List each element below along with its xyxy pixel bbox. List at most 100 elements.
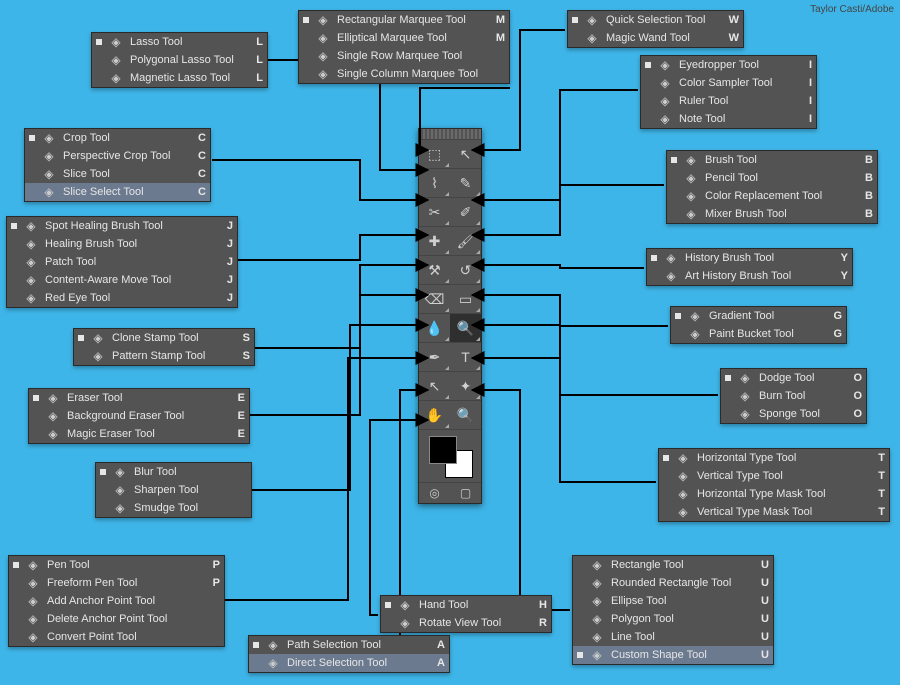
toolslot-lasso[interactable]: ⌇ xyxy=(419,168,450,197)
tool-row-marquee-3[interactable]: ◈Single Column Marquee Tool xyxy=(299,65,509,83)
tool-row-hand-0[interactable]: ◈Hand ToolH xyxy=(381,596,551,614)
tool-row-stamp-0[interactable]: ◈Clone Stamp ToolS xyxy=(74,329,254,347)
tool-row-healing-0[interactable]: ◈Spot Healing Brush ToolJ xyxy=(7,217,237,235)
tool-row-hand-1[interactable]: ◈Rotate View ToolR xyxy=(381,614,551,632)
toolslot-shape[interactable]: ✦ xyxy=(450,371,481,400)
toolslot-eraser[interactable]: ⌫ xyxy=(419,284,450,313)
tool-row-marquee-1[interactable]: ◈Elliptical Marquee ToolM xyxy=(299,29,509,47)
tool-row-crop-2[interactable]: ◈Slice ToolC xyxy=(25,165,210,183)
tool-row-eyedropper-0[interactable]: ◈Eyedropper ToolI xyxy=(641,56,816,74)
shortcut-key: W xyxy=(723,14,739,26)
tool-row-lasso-2[interactable]: ◈Magnetic Lasso ToolL xyxy=(92,69,267,87)
tool-row-shape-4[interactable]: ◈Line ToolU xyxy=(573,628,773,646)
tool-row-gradient-1[interactable]: ◈Paint Bucket ToolG xyxy=(671,325,846,343)
tool-row-eyedropper-1[interactable]: ◈Color Sampler ToolI xyxy=(641,74,816,92)
toolslot-type[interactable]: T xyxy=(450,342,481,371)
tool-row-type-0[interactable]: ◈Horizontal Type ToolT xyxy=(659,449,889,467)
tool-row-dodge-1[interactable]: ◈Burn ToolO xyxy=(721,387,866,405)
toolslot-blur[interactable]: 💧 xyxy=(419,313,450,342)
toolslot-marquee[interactable]: ⬚ xyxy=(419,139,450,168)
tool-row-gradient-0[interactable]: ◈Gradient ToolG xyxy=(671,307,846,325)
tool-row-pen-0[interactable]: ◈Pen ToolP xyxy=(9,556,224,574)
tool-row-pen-2[interactable]: ◈Add Anchor Point Tool xyxy=(9,592,224,610)
flyout-indicator xyxy=(476,250,480,254)
tool-row-brush-2[interactable]: ◈Color Replacement ToolB xyxy=(667,187,877,205)
tool-row-history-0[interactable]: ◈History Brush ToolY xyxy=(647,249,852,267)
tool-row-lasso-1[interactable]: ◈Polygonal Lasso ToolL xyxy=(92,51,267,69)
tool-row-brush-0[interactable]: ◈Brush ToolB xyxy=(667,151,877,169)
tool-label: Eraser Tool xyxy=(67,392,229,404)
toolslot-eyedropper[interactable]: ✐ xyxy=(450,197,481,226)
active-dot xyxy=(577,652,583,658)
tool-row-lasso-0[interactable]: ◈Lasso ToolL xyxy=(92,33,267,51)
tool-row-healing-2[interactable]: ◈Patch ToolJ xyxy=(7,253,237,271)
tool-row-path-1[interactable]: ◈Direct Selection ToolA xyxy=(249,654,449,672)
toolslot-gradient[interactable]: ▭ xyxy=(450,284,481,313)
tool-row-eraser-0[interactable]: ◈Eraser ToolE xyxy=(29,389,249,407)
tool-row-pen-1[interactable]: ◈Freeform Pen ToolP xyxy=(9,574,224,592)
toolslot-pen[interactable]: ✒ xyxy=(419,342,450,371)
active-dot xyxy=(13,562,19,568)
tool-row-dodge-0[interactable]: ◈Dodge ToolO xyxy=(721,369,866,387)
toolslot-path[interactable]: ↖ xyxy=(419,371,450,400)
toolslot-history[interactable]: ↺ xyxy=(450,255,481,284)
tool-row-healing-3[interactable]: ◈Content-Aware Move ToolJ xyxy=(7,271,237,289)
tool-row-shape-0[interactable]: ◈Rectangle ToolU xyxy=(573,556,773,574)
tool-row-brush-1[interactable]: ◈Pencil ToolB xyxy=(667,169,877,187)
tool-row-type-1[interactable]: ◈Vertical Type ToolT xyxy=(659,467,889,485)
tool-label: Slice Tool xyxy=(63,168,190,180)
tool-row-eyedropper-2[interactable]: ◈Ruler ToolI xyxy=(641,92,816,110)
toolslot-dodge[interactable]: 🔍 xyxy=(450,313,481,342)
tool-row-marquee-0[interactable]: ◈Rectangular Marquee ToolM xyxy=(299,11,509,29)
toolbox-grip[interactable] xyxy=(419,129,481,139)
tool-row-pen-3[interactable]: ◈Delete Anchor Point Tool xyxy=(9,610,224,628)
toolslot-crop[interactable]: ✂ xyxy=(419,197,450,226)
tool-row-quickselect-0[interactable]: ◈Quick Selection ToolW xyxy=(568,11,743,29)
tool-row-blur-1[interactable]: ◈Sharpen Tool xyxy=(96,481,251,499)
content-move-icon: ◈ xyxy=(23,272,39,288)
color-swatches[interactable] xyxy=(419,429,481,482)
tool-row-stamp-1[interactable]: ◈Pattern Stamp ToolS xyxy=(74,347,254,365)
tool-label: Path Selection Tool xyxy=(287,639,429,651)
tool-row-healing-1[interactable]: ◈Healing Brush ToolJ xyxy=(7,235,237,253)
tool-row-brush-3[interactable]: ◈Mixer Brush ToolB xyxy=(667,205,877,223)
tool-row-shape-5[interactable]: ◈Custom Shape ToolU xyxy=(573,646,773,664)
tool-row-crop-0[interactable]: ◈Crop ToolC xyxy=(25,129,210,147)
toolslot-stamp[interactable]: ⚒ xyxy=(419,255,450,284)
toolslot-quickselect[interactable]: ✎ xyxy=(450,168,481,197)
tool-row-eraser-1[interactable]: ◈Background Eraser ToolE xyxy=(29,407,249,425)
tool-row-eraser-2[interactable]: ◈Magic Eraser ToolE xyxy=(29,425,249,443)
tool-row-shape-3[interactable]: ◈Polygon ToolU xyxy=(573,610,773,628)
toolslot-move[interactable]: ↖ xyxy=(450,139,481,168)
toolslot-brush[interactable]: 🖌 xyxy=(450,226,481,255)
tool-row-type-3[interactable]: ◈Vertical Type Mask ToolT xyxy=(659,503,889,521)
slice-select-icon: ◈ xyxy=(41,184,57,200)
toolslot-zoom[interactable]: 🔍 xyxy=(450,400,481,429)
tool-row-blur-2[interactable]: ◈Smudge Tool xyxy=(96,499,251,517)
toolslot-healing[interactable]: ✚ xyxy=(419,226,450,255)
tool-row-pen-4[interactable]: ◈Convert Point Tool xyxy=(9,628,224,646)
hand-icon: ◈ xyxy=(397,597,413,613)
tool-row-healing-4[interactable]: ◈Red Eye ToolJ xyxy=(7,289,237,307)
flyout-indicator xyxy=(445,337,449,341)
tool-row-crop-3[interactable]: ◈Slice Select ToolC xyxy=(25,183,210,201)
shortcut-key: M xyxy=(489,14,505,26)
tool-row-crop-1[interactable]: ◈Perspective Crop ToolC xyxy=(25,147,210,165)
tool-row-path-0[interactable]: ◈Path Selection ToolA xyxy=(249,636,449,654)
tool-row-eyedropper-3[interactable]: ◈Note ToolI xyxy=(641,110,816,128)
tool-row-blur-0[interactable]: ◈Blur Tool xyxy=(96,463,251,481)
panel-history: ◈History Brush ToolY◈Art History Brush T… xyxy=(646,248,853,286)
tool-row-shape-2[interactable]: ◈Ellipse ToolU xyxy=(573,592,773,610)
foreground-color-swatch[interactable] xyxy=(429,436,457,464)
tool-label: Ellipse Tool xyxy=(611,595,753,607)
shortcut-key: T xyxy=(869,470,885,482)
toolslot-hand[interactable]: ✋ xyxy=(419,400,450,429)
tool-row-dodge-2[interactable]: ◈Sponge ToolO xyxy=(721,405,866,423)
tool-row-shape-1[interactable]: ◈Rounded Rectangle ToolU xyxy=(573,574,773,592)
tool-row-quickselect-1[interactable]: ◈Magic Wand ToolW xyxy=(568,29,743,47)
tool-row-marquee-2[interactable]: ◈Single Row Marquee Tool xyxy=(299,47,509,65)
screenmode-icon[interactable]: ▢ xyxy=(450,483,481,503)
tool-row-type-2[interactable]: ◈Horizontal Type Mask ToolT xyxy=(659,485,889,503)
quickmask-icon[interactable]: ◎ xyxy=(419,483,450,503)
tool-row-history-1[interactable]: ◈Art History Brush ToolY xyxy=(647,267,852,285)
